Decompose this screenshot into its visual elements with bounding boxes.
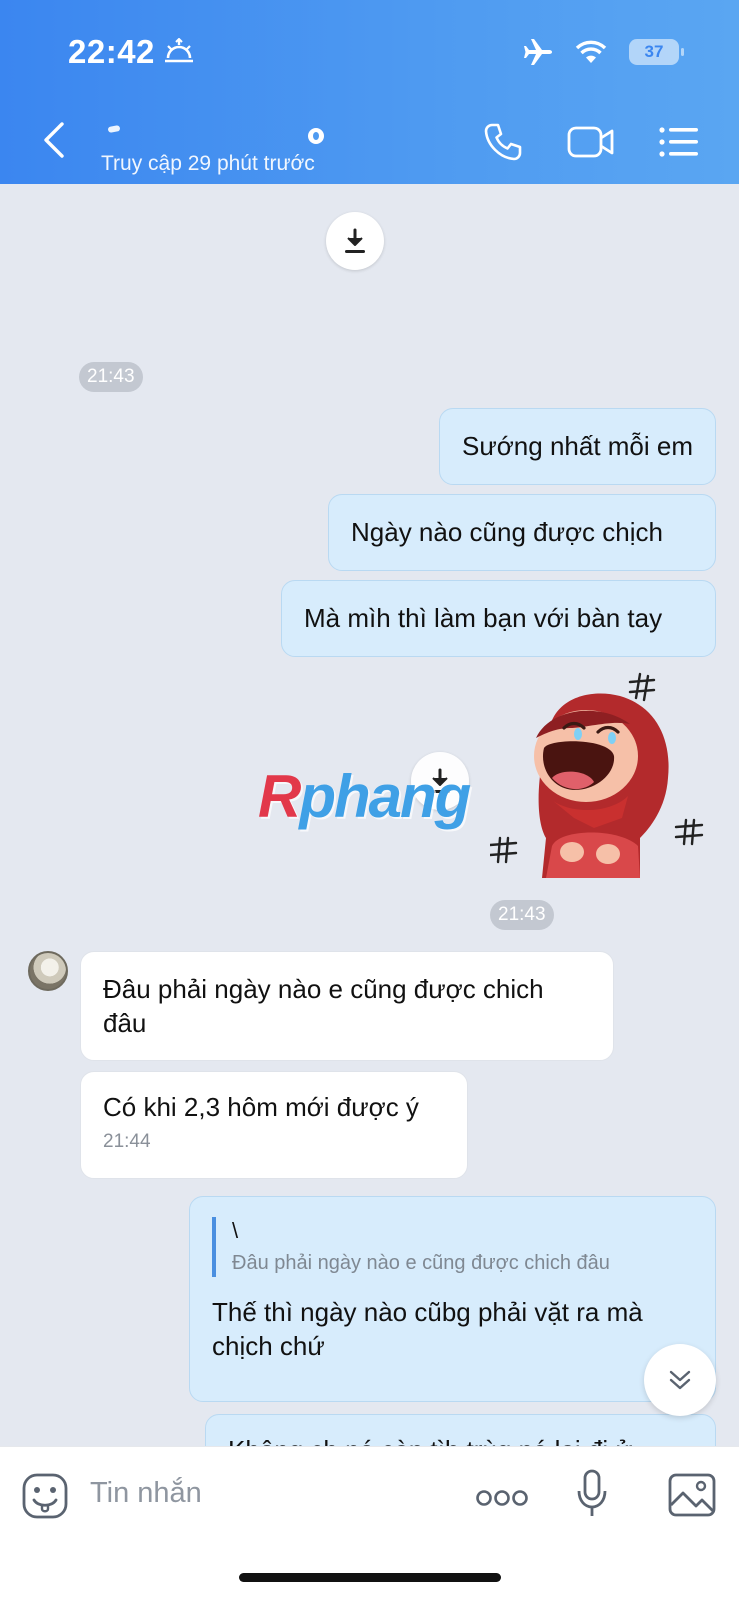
double-chevron-down-icon bbox=[669, 1370, 691, 1390]
quote-sender: \ bbox=[232, 1218, 239, 1243]
sunrise-icon bbox=[165, 38, 193, 63]
contact-avatar[interactable] bbox=[28, 951, 68, 991]
microphone-icon[interactable] bbox=[576, 1469, 608, 1519]
incoming-message[interactable]: Đâu phải ngày nào e cũng được chich đâu bbox=[80, 951, 614, 1061]
incoming-message[interactable]: Có khi 2,3 hôm mới được ý 21:44 bbox=[80, 1071, 468, 1179]
watermark-logo: Rphang bbox=[258, 762, 471, 831]
phone-call-icon[interactable] bbox=[483, 122, 523, 162]
wifi-icon bbox=[575, 40, 607, 63]
watermark-first-letter: R bbox=[258, 763, 301, 830]
message-text: Sướng nhất mỗi em bbox=[462, 431, 694, 461]
status-time: 22:42 bbox=[68, 33, 155, 70]
reply-quote[interactable]: \ Đâu phải ngày nào e cũng được chich đâ… bbox=[212, 1217, 693, 1277]
outgoing-message[interactable]: Mà mìh thì làm bạn với bàn tay bbox=[281, 580, 716, 657]
message-text: Có khi 2,3 hôm mới được ý bbox=[103, 1092, 419, 1122]
timestamp-pill: 21:43 bbox=[490, 900, 554, 930]
video-call-icon[interactable] bbox=[567, 124, 615, 160]
outgoing-reply-message[interactable]: \ Đâu phải ngày nào e cũng được chich đâ… bbox=[189, 1196, 716, 1402]
watermark-rest: phang bbox=[299, 763, 471, 830]
download-button[interactable] bbox=[326, 212, 384, 270]
home-indicator bbox=[239, 1573, 501, 1582]
quote-text: Đâu phải ngày nào e cũng được chich đâu bbox=[232, 1252, 610, 1274]
menu-list-icon[interactable] bbox=[659, 126, 699, 158]
last-seen-text: Truy cập 29 phút trước bbox=[101, 152, 315, 175]
laughing-sticker[interactable] bbox=[490, 668, 720, 893]
more-options-icon[interactable] bbox=[476, 1489, 528, 1507]
contact-name-emoji-icon bbox=[308, 128, 324, 144]
sticker-emoji-icon[interactable] bbox=[22, 1473, 68, 1519]
contact-name-redacted bbox=[107, 125, 121, 133]
message-input[interactable]: Tin nhắn bbox=[90, 1477, 202, 1510]
chat-header: 22:42 37 Truy cập 29 phút trước bbox=[0, 0, 739, 184]
status-icons: 37 bbox=[523, 38, 684, 66]
message-text: Ngày nào cũng được chịch bbox=[351, 517, 663, 547]
message-text: Thế thì ngày nào cũbg phải vặt ra mà chị… bbox=[212, 1297, 643, 1361]
outgoing-message[interactable]: Ngày nào cũng được chịch bbox=[328, 494, 716, 571]
outgoing-message[interactable]: Sướng nhất mỗi em bbox=[439, 408, 716, 485]
back-arrow-icon[interactable] bbox=[40, 120, 68, 160]
message-text: Mà mìh thì làm bạn với bàn tay bbox=[304, 603, 663, 633]
message-time: 21:44 bbox=[103, 1131, 151, 1152]
airplane-mode-icon bbox=[524, 39, 552, 65]
message-text: Đâu phải ngày nào e cũng được chich đâu bbox=[103, 974, 544, 1038]
gallery-image-icon[interactable] bbox=[668, 1473, 716, 1517]
battery-level: 37 bbox=[644, 42, 664, 61]
battery-indicator: 37 bbox=[629, 39, 684, 65]
download-icon bbox=[345, 228, 365, 253]
scroll-to-bottom-button[interactable] bbox=[644, 1344, 716, 1416]
header-actions bbox=[483, 122, 699, 162]
timestamp-pill: 21:43 bbox=[79, 362, 143, 392]
